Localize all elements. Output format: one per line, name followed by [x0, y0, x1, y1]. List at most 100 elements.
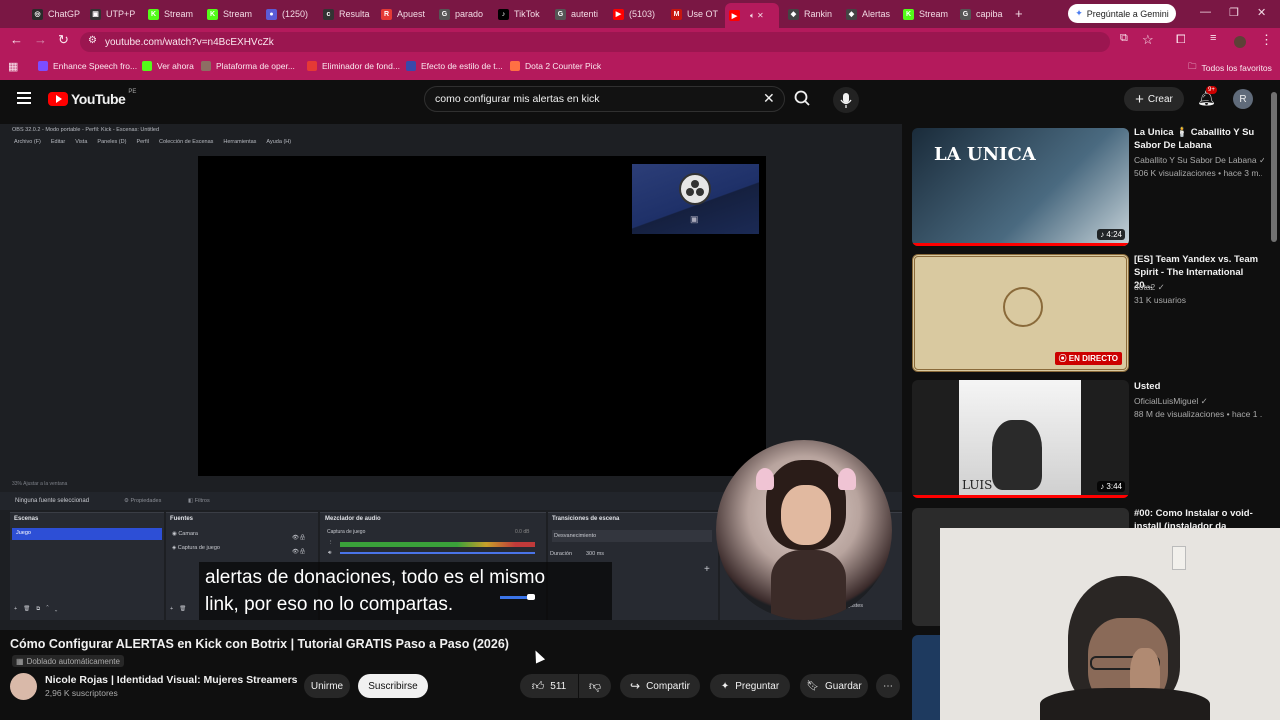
voice-search-button[interactable] — [833, 87, 859, 113]
obs-transition-select[interactable]: Desvanecimiento — [552, 530, 712, 542]
bookmark-star-icon[interactable]: ☆ — [1142, 33, 1154, 46]
obs-scene-item[interactable]: Juego — [12, 528, 162, 540]
subscribe-button[interactable]: Suscribirse — [358, 674, 428, 698]
sidebar-thumbnail-2[interactable]: ⦿ EN DIRECTO — [912, 254, 1129, 372]
channel-name[interactable]: Nicole Rojas | Identidad Visual: Mujeres… — [45, 674, 298, 686]
create-button[interactable]: + Crear — [1124, 87, 1184, 111]
more-actions-button[interactable]: ⋯ — [876, 674, 900, 698]
obs-menu-item[interactable]: Perfil — [136, 139, 149, 145]
obs-properties-button[interactable]: ⚙ Propiedades — [124, 498, 161, 504]
channel-avatar[interactable] — [10, 673, 37, 700]
bookmark-item[interactable]: Plataforma de oper... — [201, 61, 295, 71]
browser-tab[interactable]: ▣ UTP+P — [86, 4, 142, 24]
sidebar-channel-3[interactable]: OficialLuisMiguel ✓ — [1134, 396, 1264, 407]
browser-tab[interactable]: ◆ Rankin — [784, 4, 840, 24]
browser-tab[interactable]: ♪ TikTok — [494, 4, 550, 24]
obs-add-transition-icon[interactable]: + — [704, 564, 710, 575]
save-button[interactable]: 🔖︎ Guardar — [800, 674, 868, 698]
dislike-button[interactable]: 👎︎ — [579, 674, 611, 698]
bookmark-favicon-icon — [142, 61, 152, 71]
obs-source-camera[interactable]: ◉ Camara — [172, 531, 198, 537]
browser-tab[interactable]: Gcapiba — [956, 4, 1012, 24]
address-bar[interactable]: youtube.com/watch?v=n4BcEXHVcZk — [80, 32, 1110, 52]
apps-grid-icon[interactable]: ▦ — [8, 60, 18, 73]
install-app-icon[interactable]: ⧉ — [1120, 33, 1128, 44]
bookmark-item[interactable]: Enhance Speech fro... — [38, 61, 137, 71]
browser-tab[interactable]: K Stream — [144, 4, 200, 24]
browser-tab[interactable]: ◎ ChatGP — [28, 4, 84, 24]
hamburger-menu-icon[interactable] — [17, 92, 31, 104]
obs-source-game-label: Captura de juego — [177, 545, 220, 551]
sidebar-channel-1[interactable]: Caballito Y Su Sabor De Labana ✓ — [1134, 155, 1264, 166]
notifications-button[interactable]: 🔔︎ 9+ — [1197, 86, 1217, 108]
browser-tab[interactable]: ◆ Alertas — [842, 4, 898, 24]
new-tab-button[interactable]: + — [1015, 6, 1023, 21]
gemini-label: Pregúntale a Gemini — [1086, 8, 1169, 19]
like-button[interactable]: 👍︎ 511 — [520, 674, 578, 698]
obs-menu-item[interactable]: Vista — [75, 139, 87, 145]
page-scrollbar[interactable] — [1271, 92, 1277, 242]
obs-source-game[interactable]: ◈ Captura de juego — [172, 545, 220, 551]
browser-tab[interactable]: ● (1250) — [262, 4, 318, 24]
site-info-icon[interactable]: ⚙ — [88, 36, 97, 46]
bookmark-item[interactable]: Eliminador de fond... — [307, 61, 400, 71]
tab-favicon-icon: K — [207, 8, 218, 20]
sidebar-video-title-3[interactable]: Usted — [1134, 380, 1264, 393]
sidebar-thumbnail-5[interactable] — [912, 635, 942, 720]
obs-scenes-controls[interactable]: +🗑︎⧉⌃⌄ — [14, 606, 63, 613]
ask-button[interactable]: ✦ Preguntar — [710, 674, 790, 698]
extensions-icon[interactable]: ⧠ — [1176, 33, 1186, 45]
browser-tab[interactable]: ▶ 🔈︎ ✕ — [725, 3, 779, 28]
browser-tab[interactable]: ▶ (5103) — [609, 4, 665, 24]
youtube-wordmark: YouTube — [71, 91, 126, 107]
close-window-icon[interactable]: ✕ — [1257, 6, 1266, 19]
browser-tab[interactable]: K Stream — [899, 4, 955, 24]
obs-mixer-controls[interactable]: ⋮ 🔊︎ — [328, 538, 334, 558]
browser-tab[interactable]: R Apuest — [377, 4, 433, 24]
restore-icon[interactable]: ❐ — [1229, 6, 1239, 19]
join-button[interactable]: Unirme — [304, 674, 350, 698]
search-button[interactable] — [786, 86, 820, 112]
search-input[interactable]: como configurar mis alertas en kick — [424, 86, 785, 112]
obs-menu-item[interactable]: Editar — [51, 139, 65, 145]
back-icon[interactable]: ← — [10, 33, 23, 46]
sidebar-video-title-1[interactable]: La Unica 🕯️ Caballito Y Su Sabor De Laba… — [1134, 126, 1264, 152]
obs-source-visibility-icons[interactable]: 👁︎🔒︎ 👁︎🔒︎ — [292, 531, 306, 559]
obs-menu-item[interactable]: Paneles (D) — [97, 139, 126, 145]
reload-icon[interactable]: ↻ — [58, 33, 69, 46]
sidebar-thumbnail-1[interactable]: LA UNICA ♪ 4:24 — [912, 128, 1129, 246]
bookmark-item[interactable]: Efecto de estilo de t... — [406, 61, 503, 71]
clear-search-icon[interactable]: ✕ — [763, 90, 775, 107]
obs-sources-controls[interactable]: +🗑︎ — [170, 606, 192, 612]
browser-tab[interactable]: Gparado — [435, 4, 491, 24]
browser-menu-icon[interactable]: ⋮ — [1260, 33, 1273, 46]
bookmark-item[interactable]: Dota 2 Counter Pick — [510, 61, 601, 71]
obs-menu-item[interactable]: Archivo (F) — [14, 139, 41, 145]
browser-tab[interactable]: K Stream — [203, 4, 259, 24]
browser-tab[interactable]: Gautenti — [551, 4, 607, 24]
browser-tab[interactable]: M Use OT — [667, 4, 723, 24]
sidebar-channel-2[interactable]: dota2 ✓ — [1134, 282, 1264, 293]
obs-menu-item[interactable]: Ayuda (H) — [266, 139, 291, 145]
obs-volume-slider[interactable] — [340, 552, 535, 554]
obs-menu-item[interactable]: Herramientas — [223, 139, 256, 145]
all-favorites-link[interactable]: 🗀 Todos los favoritos — [1188, 61, 1272, 75]
bookmark-item[interactable]: Ver ahora — [142, 61, 194, 71]
minimize-icon[interactable]: — — [1200, 6, 1211, 18]
youtube-logo[interactable]: YouTube PE — [48, 89, 136, 107]
video-player[interactable]: OBS 32.0.2 - Modo portable - Perfil: Kic… — [0, 124, 902, 630]
profile-avatar[interactable] — [1234, 36, 1246, 48]
forward-icon[interactable]: → — [34, 33, 47, 46]
bookmark-favicon-icon — [406, 61, 416, 71]
obs-filters-button[interactable]: ◧ Filtros — [188, 498, 210, 504]
share-button[interactable]: ↪ Compartir — [620, 674, 700, 698]
obs-menu-item[interactable]: Colección de Escenas — [159, 139, 213, 145]
media-control-icon[interactable]: ≡ — [1210, 33, 1216, 44]
gemini-button[interactable]: ✦ Pregúntale a Gemini — [1068, 4, 1176, 23]
browser-tab[interactable]: c Resulta — [319, 4, 375, 24]
obs-duration-value[interactable]: 300 ms — [586, 551, 604, 557]
tab-audio-close-icon[interactable]: 🔈︎ ✕ — [750, 11, 764, 21]
sidebar-thumbnail-3[interactable]: LUIS ♪ 3:44 — [912, 380, 1129, 498]
account-avatar[interactable]: R — [1233, 89, 1253, 109]
share-label: Compartir — [646, 680, 690, 692]
